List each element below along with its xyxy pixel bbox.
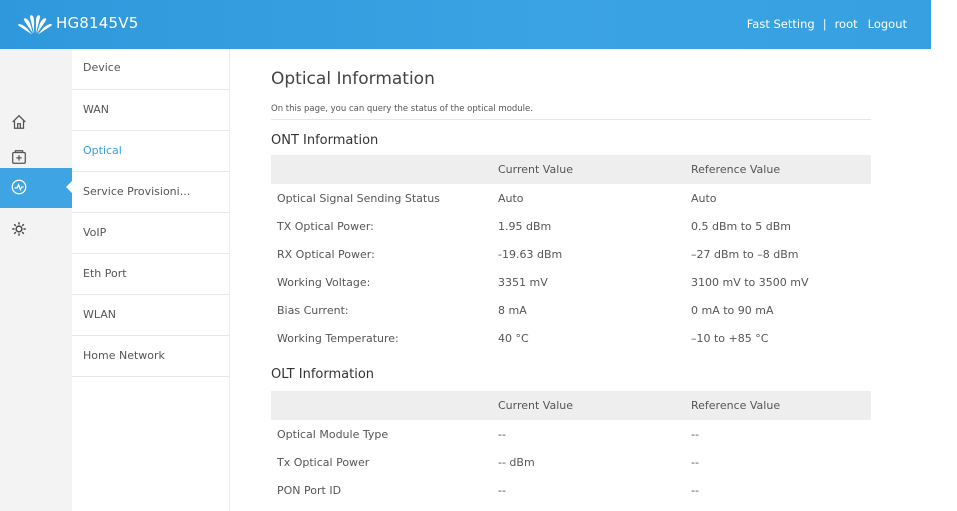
add-box-icon bbox=[12, 150, 26, 164]
current-value: -- bbox=[498, 427, 506, 441]
page-title: Optical Information bbox=[271, 69, 435, 89]
status-nav-button[interactable] bbox=[0, 168, 73, 208]
table-header-row: Current Value Reference Value bbox=[271, 391, 871, 420]
row-label: RX Optical Power: bbox=[277, 247, 375, 261]
menu-item-voip[interactable]: VoIP bbox=[72, 213, 229, 254]
table-row: Optical Signal Sending Status Auto Auto bbox=[271, 184, 871, 212]
menu-item-optical[interactable]: Optical bbox=[72, 131, 229, 172]
menu-item-eth-port[interactable]: Eth Port bbox=[72, 254, 229, 295]
table-row: TX Optical Power: 1.95 dBm 0.5 dBm to 5 … bbox=[271, 212, 871, 240]
network-status-icon bbox=[11, 179, 27, 195]
home-icon bbox=[12, 114, 26, 129]
current-value: 40 °C bbox=[498, 331, 529, 345]
table-row: Bias Current: 8 mA 0 mA to 90 mA bbox=[271, 296, 871, 324]
reference-value: -- bbox=[691, 455, 699, 469]
reference-value: –10 to +85 °C bbox=[691, 331, 769, 345]
column-header: Current Value bbox=[497, 155, 690, 184]
menu-item-wan[interactable]: WAN bbox=[72, 90, 229, 131]
reference-value: 0.5 dBm to 5 dBm bbox=[691, 219, 792, 233]
icon-sidebar bbox=[0, 49, 73, 511]
current-value: 8 mA bbox=[498, 303, 527, 317]
menu-item-service-provisioning[interactable]: Service Provisioni... bbox=[72, 172, 229, 213]
ont-table: Current Value Reference Value Optical Si… bbox=[271, 155, 871, 352]
current-value: Auto bbox=[498, 191, 524, 205]
home-nav-button[interactable] bbox=[0, 103, 38, 141]
reference-value: 3100 mV to 3500 mV bbox=[691, 275, 809, 289]
reference-value: Auto bbox=[691, 191, 717, 205]
table-header-row: Current Value Reference Value bbox=[271, 155, 871, 184]
column-header: Reference Value bbox=[690, 155, 871, 184]
reference-value: –27 dBm to –8 dBm bbox=[691, 247, 799, 261]
settings-nav-button[interactable] bbox=[0, 210, 38, 248]
row-label: Optical Signal Sending Status bbox=[277, 191, 440, 205]
column-header bbox=[271, 391, 497, 420]
row-label: TX Optical Power: bbox=[277, 219, 374, 233]
fast-setting-link[interactable]: Fast Setting bbox=[747, 17, 815, 31]
reference-value: -- bbox=[691, 427, 699, 441]
current-value: -19.63 dBm bbox=[498, 247, 563, 261]
current-value: -- dBm bbox=[498, 455, 535, 469]
current-value: 1.95 dBm bbox=[498, 219, 552, 233]
table-row: Optical Module Type -- -- bbox=[271, 420, 871, 448]
table-row: Working Voltage: 3351 mV 3100 mV to 3500… bbox=[271, 268, 871, 296]
menu-item-home-network[interactable]: Home Network bbox=[72, 336, 229, 377]
column-header: Current Value bbox=[497, 391, 690, 420]
gear-icon bbox=[12, 222, 26, 236]
reference-value: 0 mA to 90 mA bbox=[691, 303, 774, 317]
row-label: Tx Optical Power bbox=[277, 455, 370, 469]
user-link[interactable]: root bbox=[835, 17, 858, 31]
device-model: HG8145V5 bbox=[56, 14, 139, 32]
reference-value: -- bbox=[691, 483, 699, 497]
row-label: Working Temperature: bbox=[277, 331, 399, 345]
logout-link[interactable]: Logout bbox=[868, 17, 907, 31]
table-row: PON Port ID -- -- bbox=[271, 476, 871, 504]
olt-section-title: OLT Information bbox=[271, 367, 375, 382]
ont-section-title: ONT Information bbox=[271, 133, 379, 148]
menu-item-device[interactable]: Device bbox=[72, 49, 229, 90]
table-row: Working Temperature: 40 °C –10 to +85 °C bbox=[271, 324, 871, 352]
menu-item-wlan[interactable]: WLAN bbox=[72, 295, 229, 336]
column-header bbox=[271, 155, 497, 184]
olt-table: Current Value Reference Value Optical Mo… bbox=[271, 391, 871, 504]
column-header: Reference Value bbox=[690, 391, 871, 420]
row-label: Working Voltage: bbox=[277, 275, 371, 289]
current-value: -- bbox=[498, 483, 506, 497]
page-description: On this page, you can query the status o… bbox=[271, 104, 871, 120]
huawei-logo-icon bbox=[18, 15, 52, 35]
top-links: Fast Setting | root Logout bbox=[747, 17, 907, 31]
row-label: PON Port ID bbox=[277, 483, 342, 497]
row-label: Bias Current: bbox=[277, 303, 349, 317]
table-row: RX Optical Power: -19.63 dBm –27 dBm to … bbox=[271, 240, 871, 268]
top-header: HG8145V5 Fast Setting | root Logout bbox=[0, 0, 931, 49]
table-row: Tx Optical Power -- dBm -- bbox=[271, 448, 871, 476]
current-value: 3351 mV bbox=[498, 275, 548, 289]
link-separator: | bbox=[822, 17, 827, 31]
sub-menu: Device WAN Optical Service Provisioni...… bbox=[72, 49, 230, 511]
row-label: Optical Module Type bbox=[277, 427, 389, 441]
